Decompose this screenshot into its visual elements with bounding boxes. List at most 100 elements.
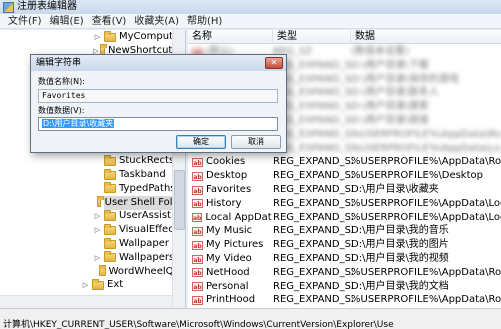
tree-item[interactable]: Wallpaper bbox=[0, 237, 185, 251]
value-data-cell: D:\用户目录\联系人 bbox=[351, 87, 439, 99]
value-type-cell: REG_EXPAND_SZ bbox=[273, 211, 353, 223]
value-data-cell: %USERPROFILE%\AppData\Local\ bbox=[351, 197, 501, 209]
expand-arrow-icon[interactable]: ▷ bbox=[81, 281, 90, 289]
value-data-cell: D:\用户目录\保存的游戏 bbox=[351, 73, 459, 85]
registry-app-icon bbox=[3, 1, 14, 13]
value-name-cell: ab My Music bbox=[192, 224, 272, 238]
value-name-text: Desktop bbox=[206, 170, 248, 182]
value-type-cell: REG_EXPAND_SZ bbox=[273, 239, 353, 251]
value-data-cell: %USERPROFILE%\AppData\Roam bbox=[351, 156, 501, 168]
tree-item[interactable]: StuckRects2 bbox=[0, 154, 185, 168]
value-data-cell: %USERPROFILE%\AppData\Roam bbox=[351, 266, 501, 278]
value-name-cell: ab My Video bbox=[192, 252, 272, 266]
list-row[interactable]: ab My Music REG_EXPAND_SZ D:\用户目录\我的音乐 bbox=[188, 224, 501, 238]
tree-item[interactable]: ▷ MyComputer bbox=[0, 30, 185, 44]
value-type-cell: REG_EXPAND_SZ bbox=[273, 197, 353, 209]
string-value-icon: ab bbox=[192, 185, 203, 195]
tree-item-label: UserAssist bbox=[119, 210, 171, 222]
tree-item[interactable]: WordWheelQue bbox=[0, 265, 185, 279]
column-name-header[interactable]: 名称 bbox=[188, 30, 273, 44]
list-row[interactable]: ab Personal REG_EXPAND_SZ D:\用户目录\我的文档 bbox=[188, 280, 501, 294]
string-value-icon: ab bbox=[192, 254, 203, 264]
menu-bar: 文件(F) 编辑(E) 查看(V) 收藏夹(A) 帮助(H) bbox=[0, 14, 501, 29]
value-name-text: Favorites bbox=[206, 184, 252, 195]
value-name-cell: ab History bbox=[192, 197, 272, 211]
value-data-cell: %USERPROFILE%\AppData\Local bbox=[351, 211, 501, 223]
window-title: 注册表编辑器 bbox=[17, 1, 77, 12]
string-value-icon: ab bbox=[192, 157, 203, 167]
string-value-icon: ab bbox=[192, 282, 203, 292]
tree-item-label: TypedPaths bbox=[119, 182, 176, 194]
tree-item[interactable]: Taskband bbox=[0, 168, 185, 182]
value-data-cell: %USERPROFILE%\Desktop bbox=[351, 170, 483, 182]
ok-button[interactable]: 确定 bbox=[176, 135, 226, 149]
menu-edit[interactable]: 编辑(E) bbox=[46, 14, 88, 29]
list-row[interactable]: ab Desktop REG_EXPAND_SZ %USERPROFILE%\Desk… bbox=[188, 169, 501, 183]
column-data-header[interactable]: 数据 bbox=[351, 30, 501, 44]
value-name-text: History bbox=[206, 197, 242, 209]
folder-icon bbox=[104, 182, 116, 194]
tree-item[interactable]: User Shell Folde bbox=[0, 195, 185, 210]
folder-icon bbox=[104, 237, 116, 249]
folder-icon bbox=[96, 196, 104, 208]
tree-item-label: Taskband bbox=[119, 169, 166, 180]
value-name-text: My Music bbox=[206, 225, 253, 237]
status-bar: 计算机\HKEY_CURRENT_USER\Software\Microsoft… bbox=[0, 308, 501, 329]
list-row[interactable]: ab My Video REG_EXPAND_SZ D:\用户目录\我的视频 bbox=[188, 252, 501, 266]
title-bar: 注册表编辑器 bbox=[0, 0, 501, 14]
folder-icon bbox=[104, 209, 116, 221]
value-name-cell: ab Desktop bbox=[192, 169, 272, 183]
folder-icon bbox=[104, 223, 116, 235]
string-value-icon: ab bbox=[192, 268, 203, 278]
tree-item-label: Wallpapers bbox=[119, 251, 175, 263]
menu-favorites[interactable]: 收藏夹(A) bbox=[130, 14, 183, 29]
tree-item[interactable]: ▷ Ext bbox=[0, 278, 185, 292]
expand-arrow-icon[interactable]: ▷ bbox=[93, 226, 102, 234]
value-name-cell: ab Personal bbox=[192, 280, 272, 294]
menu-view[interactable]: 查看(V) bbox=[88, 14, 131, 29]
list-row[interactable]: ab Local AppData REG_EXPAND_SZ %USERPROFILE… bbox=[188, 211, 501, 225]
menu-help[interactable]: 帮助(H) bbox=[183, 14, 226, 29]
tree-scroll-thumb[interactable] bbox=[174, 170, 185, 230]
folder-icon bbox=[104, 251, 116, 263]
value-name-cell: ab NetHood bbox=[192, 266, 272, 280]
tree-item[interactable]: ▷ UserAssist bbox=[0, 209, 185, 223]
tree-horizontal-scrollbar[interactable] bbox=[0, 295, 172, 308]
list-row[interactable]: ab History REG_EXPAND_SZ %USERPROFILE%\AppD… bbox=[188, 197, 501, 211]
expand-arrow-icon[interactable]: ▷ bbox=[93, 212, 102, 220]
list-row[interactable]: ab PrintHood REG_EXPAND_SZ %USERPROFILE%\Ap… bbox=[188, 293, 501, 307]
value-type-cell: REG_EXPAND_SZ bbox=[273, 266, 353, 278]
tree-item[interactable]: ▷ VisualEffects bbox=[0, 223, 185, 237]
value-type-cell: REG_EXPAND_SZ bbox=[273, 225, 353, 237]
value-data-cell: D:\用户目录\链接 bbox=[351, 115, 429, 126]
column-type-header[interactable]: 类型 bbox=[273, 30, 351, 44]
list-row[interactable]: ab Cookies REG_EXPAND_SZ %USERPROFILE%\AppD… bbox=[188, 155, 501, 169]
value-name-text: Personal bbox=[206, 280, 249, 292]
tree-item-label: Wallpaper bbox=[119, 238, 170, 249]
value-type-cell: REG_EXPAND_SZ bbox=[273, 280, 353, 292]
tree-item[interactable]: TypedPaths bbox=[0, 182, 185, 196]
expand-arrow-icon[interactable]: ▷ bbox=[93, 33, 102, 41]
tree-item-label: Ext bbox=[107, 279, 124, 291]
list-row[interactable]: ab NetHood REG_EXPAND_SZ %USERPROFILE%\AppD… bbox=[188, 266, 501, 280]
value-type-cell: REG_EXPAND_SZ bbox=[273, 294, 353, 306]
expand-arrow-icon[interactable]: ▷ bbox=[93, 254, 102, 262]
value-data-cell: D:\用户目录\我的文档 bbox=[351, 280, 449, 292]
string-value-icon: ab bbox=[192, 171, 203, 181]
value-data-cell: D:\用户目录\收藏夹 bbox=[351, 184, 439, 195]
list-row[interactable]: ab Favorites REG_EXPAND_SZ D:\用户目录\收藏夹 bbox=[188, 183, 501, 197]
list-row[interactable]: ab My Pictures REG_EXPAND_SZ D:\用户目录\我的图片 bbox=[188, 238, 501, 252]
value-name-text: NetHood bbox=[206, 266, 250, 278]
tree-item[interactable]: ▷ Wallpapers bbox=[0, 251, 185, 265]
value-data-cell: %USERPROFILE%\AppData\Roam bbox=[351, 128, 501, 140]
value-name-cell: ab PrintHood bbox=[192, 293, 272, 307]
value-type-cell: REG_EXPAND_SZ bbox=[273, 253, 353, 264]
value-data-input[interactable]: D:\用户目录\收藏夹 bbox=[38, 117, 278, 131]
folder-icon bbox=[104, 168, 116, 180]
folder-icon bbox=[104, 30, 116, 42]
close-icon[interactable]: ✕ bbox=[265, 57, 283, 69]
menu-file[interactable]: 文件(F) bbox=[4, 14, 46, 29]
string-value-icon: ab bbox=[192, 213, 203, 223]
cancel-button[interactable]: 取消 bbox=[231, 135, 281, 149]
value-data-cell: D:\用户目录\我的音乐 bbox=[351, 225, 449, 237]
